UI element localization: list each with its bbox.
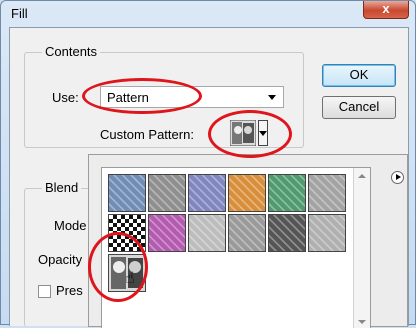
pattern-swatch-brick[interactable]	[268, 214, 306, 252]
chevron-down-icon	[268, 95, 276, 100]
mode-label: Mode	[54, 218, 87, 233]
opacity-label: Opacity	[38, 252, 83, 267]
scroll-down-icon[interactable]	[358, 320, 366, 324]
blending-legend: Blend	[42, 180, 82, 195]
highlight-swatch-ring	[88, 232, 148, 302]
grid-scrollbar[interactable]	[353, 168, 370, 328]
pattern-swatch-wrinkle[interactable]	[148, 174, 186, 212]
pattern-swatch-noise[interactable]	[228, 214, 266, 252]
custom-pattern-label: Custom Pattern:	[100, 127, 194, 142]
pattern-swatch-orange-canvas[interactable]	[228, 174, 266, 212]
contents-legend: Contents	[42, 44, 101, 59]
scroll-up-icon[interactable]	[358, 174, 366, 178]
ok-button[interactable]: OK	[322, 64, 396, 87]
title-bar: Fill x	[1, 1, 416, 27]
dialog-body: Contents Use: Pattern Custom Pattern: OK…	[9, 27, 409, 328]
pattern-swatch-gray-clouds[interactable]	[308, 214, 346, 252]
preserve-transparency-checkbox[interactable]	[38, 285, 51, 298]
pattern-swatch-gray-tiles[interactable]	[308, 174, 346, 212]
highlight-pattern-ring	[208, 110, 292, 158]
cancel-button[interactable]: Cancel	[322, 96, 396, 119]
flyout-menu-icon[interactable]	[391, 171, 404, 184]
pattern-swatch-bubbles[interactable]	[108, 174, 146, 212]
pattern-swatch-rainbow[interactable]	[268, 174, 306, 212]
pattern-swatch-tie-dye[interactable]	[148, 214, 186, 252]
use-label: Use:	[52, 90, 79, 105]
close-button[interactable]: x	[363, 1, 409, 19]
fill-dialog: Fill x Contents Use: Pattern Custom Patt…	[0, 0, 416, 328]
pattern-swatch-clouds[interactable]	[188, 214, 226, 252]
highlight-use-ring	[82, 78, 202, 114]
pattern-swatch-blue-fabric[interactable]	[188, 174, 226, 212]
preserve-transparency-label: Pres	[56, 283, 83, 298]
window-title: Fill	[11, 6, 28, 21]
